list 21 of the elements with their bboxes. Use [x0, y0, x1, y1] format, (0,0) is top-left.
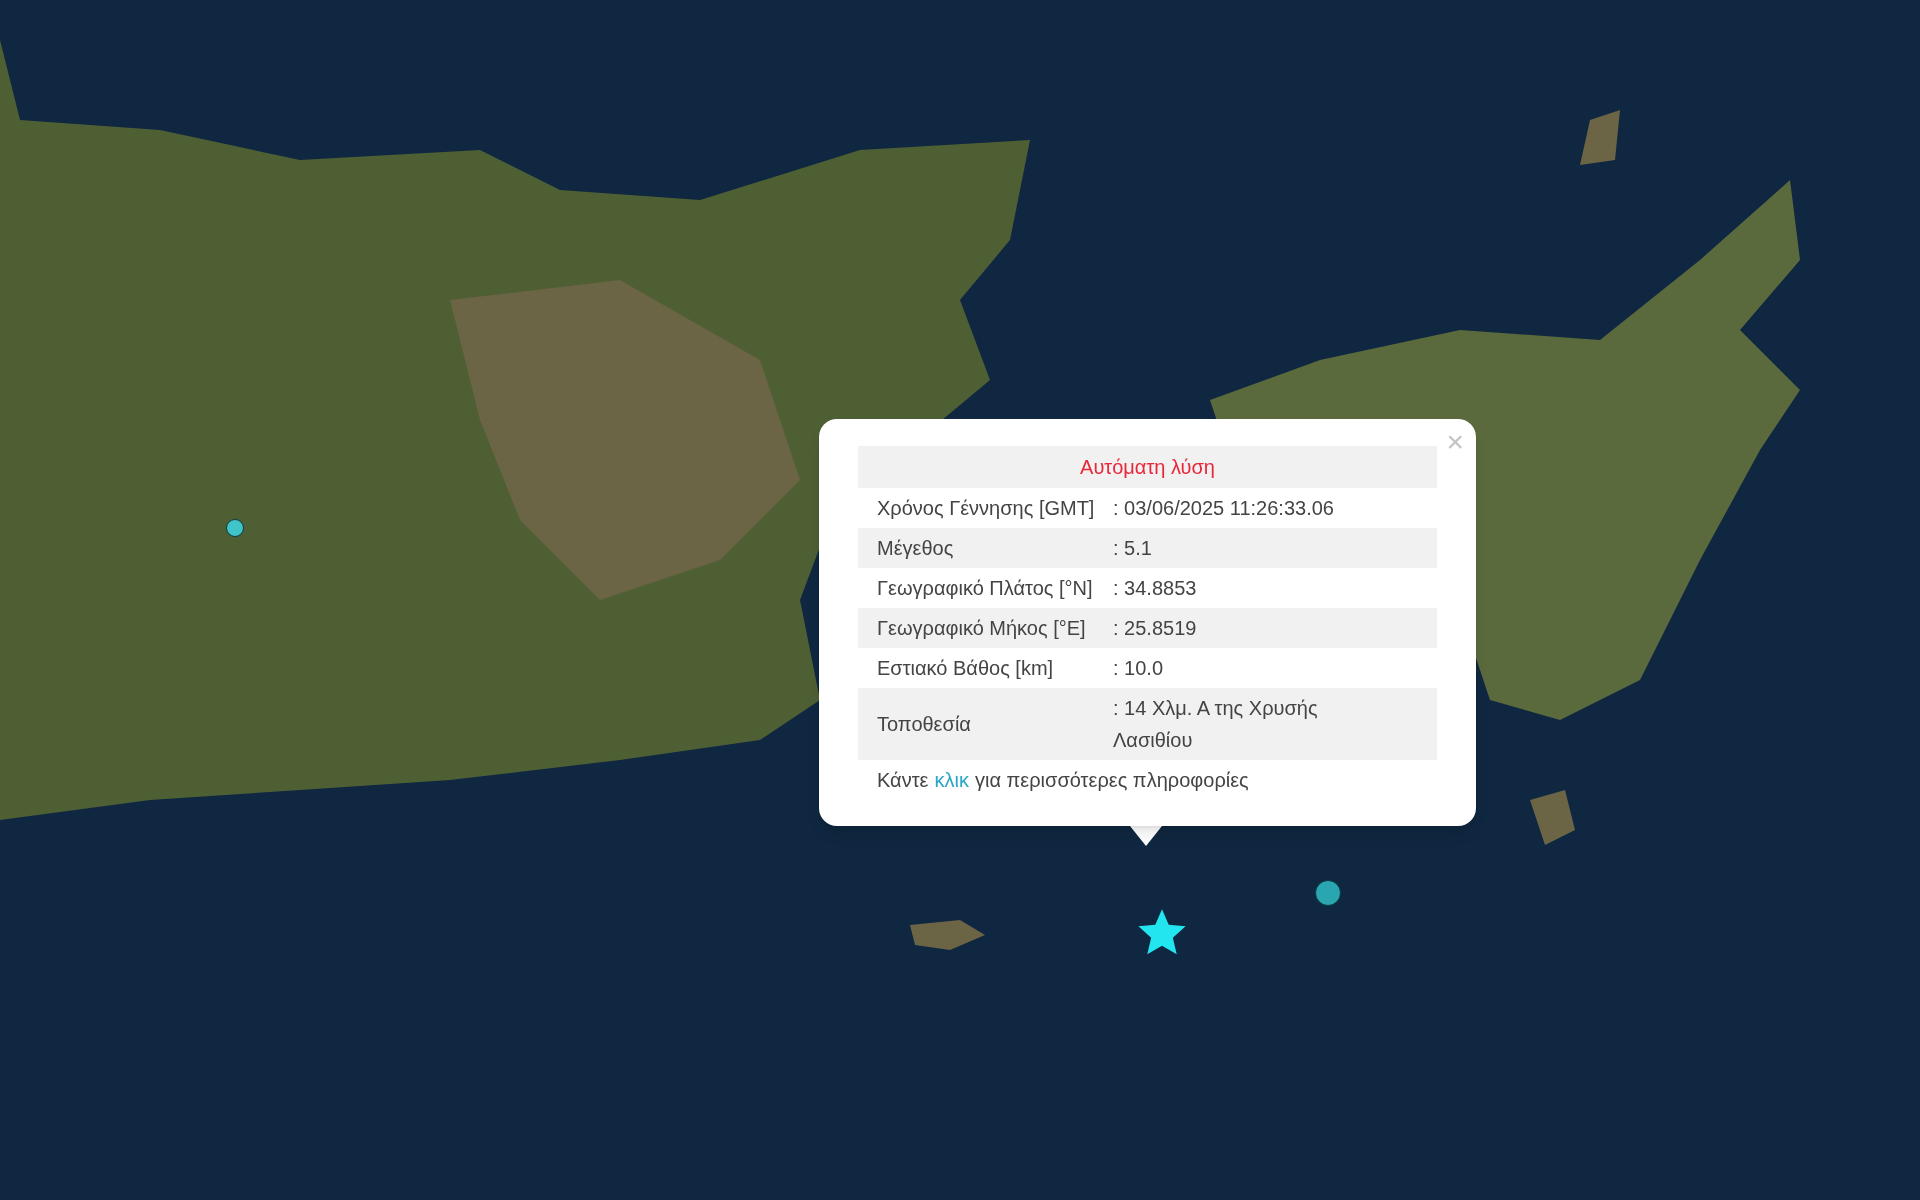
popup-title: Αυτόματη λύση — [858, 446, 1437, 488]
field-value: : 25.8519 — [1113, 616, 1198, 641]
footer-text: Κάντε — [877, 768, 929, 793]
popup-tail — [1130, 826, 1162, 846]
field-label: Τοποθεσία — [876, 712, 972, 737]
earthquake-marker[interactable] — [1315, 880, 1341, 906]
footer-text: για περισσότερες πληροφορίες — [974, 768, 1249, 793]
star-marker-icon[interactable] — [1138, 909, 1186, 955]
field-label: Εστιακό Βάθος [km] — [876, 656, 1055, 681]
field-label: Μέγεθος — [876, 536, 955, 561]
field-label: Γεωγραφικό Πλάτος [°N] — [876, 576, 1094, 601]
field-label: Χρόνος Γέννησης [GMT] — [876, 496, 1096, 521]
more-info-link[interactable]: κλικ — [934, 764, 969, 796]
field-label: Γεωγραφικό Μήκος [°E] — [876, 616, 1087, 641]
close-button[interactable]: × — [1446, 427, 1464, 457]
field-value: : 34.8853 — [1113, 576, 1198, 601]
field-value: : 5.1 — [1113, 536, 1153, 561]
field-value: : 03/06/2025 11:26:33.06 — [1113, 496, 1335, 521]
field-value: : 14 Χλμ. Α της Χρυσής Λασιθίου — [1113, 696, 1319, 753]
field-value: : 10.0 — [1113, 656, 1165, 681]
satellite-map[interactable] — [0, 0, 1920, 1200]
